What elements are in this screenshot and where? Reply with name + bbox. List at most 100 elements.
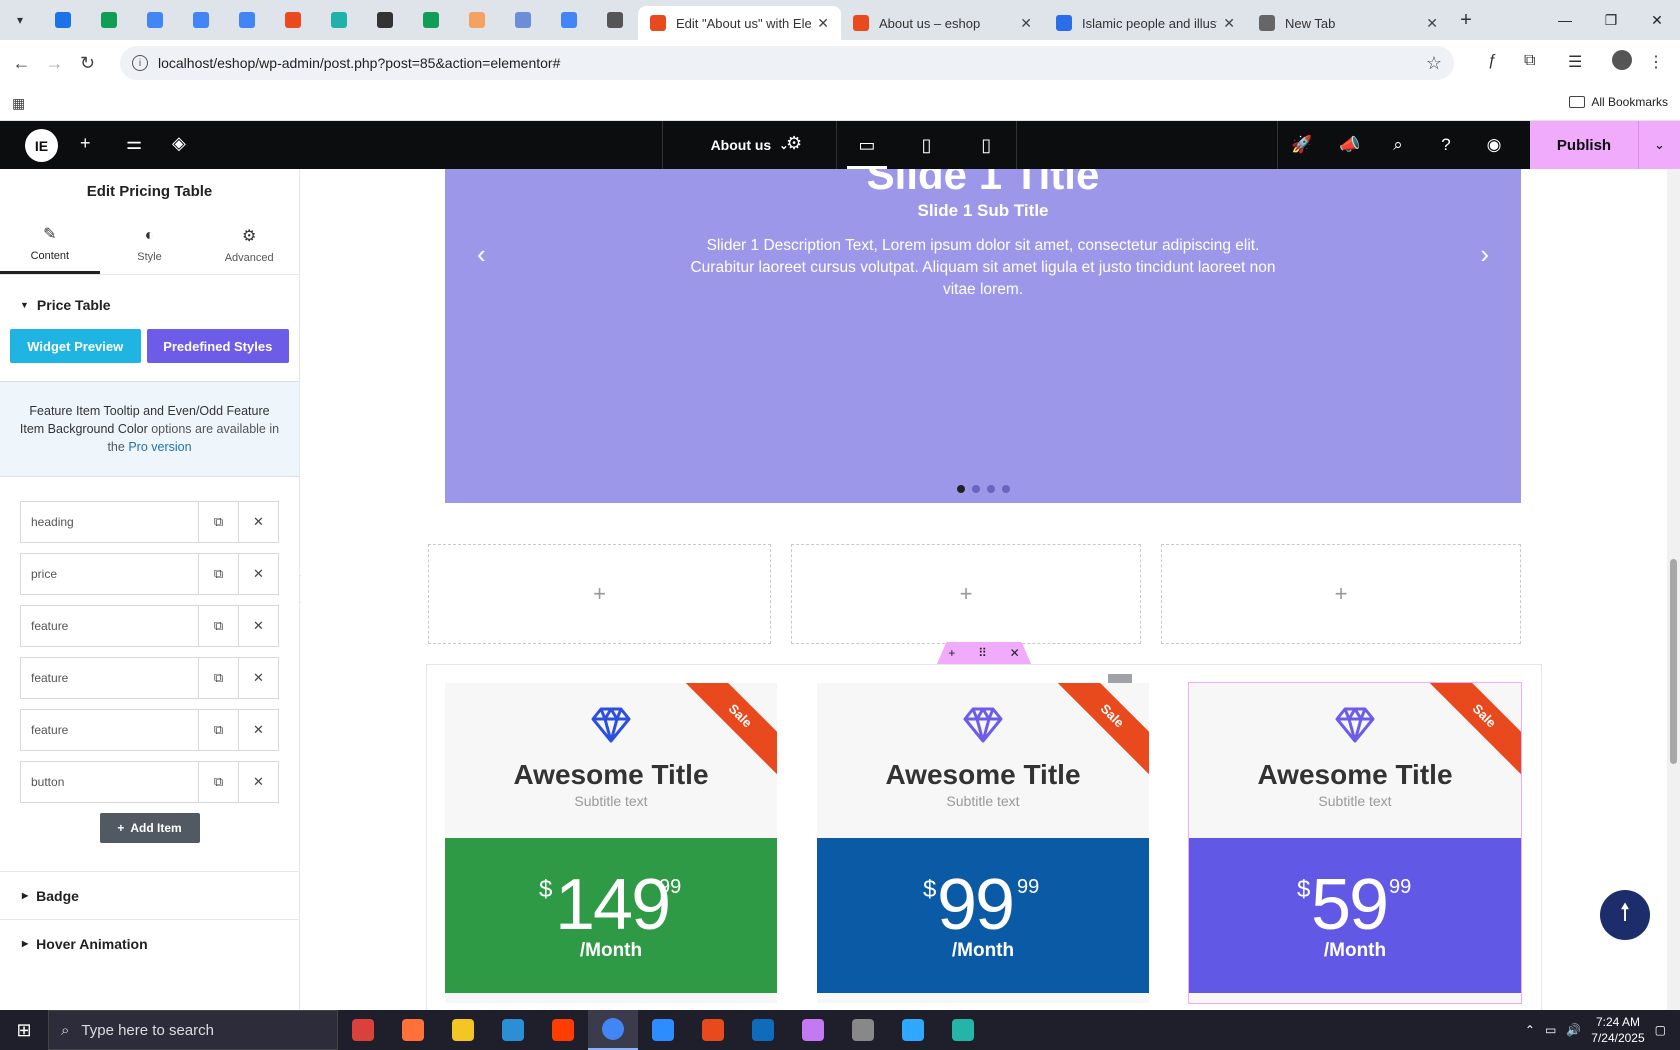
address-bar[interactable]: i localhost/eshop/wp-admin/post.php?post…	[120, 46, 1454, 80]
pro-version-link[interactable]: Pro version	[128, 440, 191, 454]
taskbar-app-icon[interactable]	[338, 1010, 388, 1050]
page-selector[interactable]: About us ⌄	[662, 121, 837, 169]
tab-search-icon[interactable]: ▾	[0, 0, 40, 40]
section-hover-animation[interactable]: ▶ Hover Animation	[0, 919, 299, 967]
repeater-item[interactable]: price ⧉ ✕	[20, 553, 279, 595]
publish-button[interactable]: Publish	[1530, 121, 1638, 169]
media-icon[interactable]: ☰	[1568, 52, 1582, 72]
pinned-tab[interactable]	[40, 0, 86, 40]
pinned-tab[interactable]	[546, 0, 592, 40]
preview-eye-icon[interactable]: ◉	[1470, 121, 1518, 169]
browser-tab[interactable]: Islamic people and illustra ✕	[1044, 6, 1247, 40]
network-icon[interactable]: ▭	[1545, 1023, 1556, 1037]
predefined-styles-button[interactable]: Predefined Styles	[146, 329, 289, 363]
desktop-icon[interactable]: ▭	[837, 121, 897, 169]
close-tab-icon[interactable]: ✕	[1020, 15, 1032, 32]
notifications-icon[interactable]: ▢	[1655, 1023, 1666, 1037]
taskbar-app-icon[interactable]	[838, 1010, 888, 1050]
repeater-item[interactable]: heading ⧉ ✕	[20, 501, 279, 543]
pinned-tab[interactable]	[270, 0, 316, 40]
minimize-button[interactable]: —	[1542, 0, 1588, 40]
restore-button[interactable]: ❐	[1588, 0, 1634, 40]
repeater-item[interactable]: feature ⧉ ✕	[20, 709, 279, 751]
duplicate-icon[interactable]: ⧉	[198, 658, 238, 698]
next-arrow-icon[interactable]: ›	[1480, 239, 1489, 270]
tablet-icon[interactable]: ▯	[897, 121, 957, 169]
extensions-puzzle-icon[interactable]: ⧉	[1524, 52, 1535, 70]
scroll-to-top-button[interactable]: 🠕	[1600, 890, 1650, 940]
back-icon[interactable]: ←	[5, 53, 38, 74]
elementor-logo[interactable]: IE	[25, 129, 58, 162]
close-tab-icon[interactable]: ✕	[1426, 15, 1438, 32]
remove-icon[interactable]: ✕	[238, 502, 278, 542]
repeater-item[interactable]: feature ⧉ ✕	[20, 605, 279, 647]
pinned-tab[interactable]	[224, 0, 270, 40]
taskbar-app-icon[interactable]	[738, 1010, 788, 1050]
publish-options-chevron-icon[interactable]: ⌄	[1638, 121, 1680, 169]
slider-dot[interactable]	[1001, 485, 1010, 493]
taskbar-app-icon[interactable]	[538, 1010, 588, 1050]
slider-dot[interactable]	[971, 485, 980, 493]
close-tab-icon[interactable]: ✕	[817, 15, 829, 32]
hero-slider[interactable]: Slide 1 Title Slide 1 Sub Title Slider 1…	[445, 169, 1521, 503]
apps-grid-icon[interactable]: ▦	[12, 95, 25, 112]
empty-column-add[interactable]: +	[791, 544, 1141, 644]
section-badge[interactable]: ▶ Badge	[0, 871, 299, 919]
windows-start-icon[interactable]: ⊞	[0, 1020, 48, 1041]
menu-icon[interactable]: ⋮	[1648, 52, 1664, 72]
taskbar-app-icon[interactable]	[938, 1010, 988, 1050]
clock[interactable]: 7:24 AM 7/24/2025	[1591, 1014, 1644, 1046]
url-text[interactable]: localhost/eshop/wp-admin/post.php?post=8…	[158, 55, 560, 71]
pinned-tab[interactable]	[316, 0, 362, 40]
item-label[interactable]: feature	[21, 710, 198, 750]
taskbar-app-icon[interactable]	[688, 1010, 738, 1050]
remove-icon[interactable]: ✕	[238, 658, 278, 698]
slider-dot[interactable]	[986, 485, 995, 493]
volume-icon[interactable]: 🔊	[1566, 1023, 1581, 1037]
item-label[interactable]: feature	[21, 658, 198, 698]
duplicate-icon[interactable]: ⧉	[198, 502, 238, 542]
section-price-table[interactable]: ▼ Price Table	[0, 275, 299, 335]
remove-icon[interactable]: ✕	[238, 762, 278, 802]
bookmark-star-icon[interactable]: ☆	[1426, 53, 1442, 74]
prev-arrow-icon[interactable]: ‹	[477, 239, 486, 270]
pinned-tab[interactable]	[178, 0, 224, 40]
item-label[interactable]: price	[21, 554, 198, 594]
remove-icon[interactable]: ✕	[238, 710, 278, 750]
taskbar-app-icon[interactable]	[588, 1010, 638, 1050]
extension-icon[interactable]: ƒ	[1488, 52, 1497, 70]
search-icon[interactable]: ⌕	[1374, 121, 1422, 169]
tab-advanced[interactable]: ⚙ Advanced	[199, 215, 299, 274]
delete-section-icon[interactable]: ✕	[1010, 646, 1020, 660]
add-section-icon[interactable]: +	[948, 646, 955, 660]
reload-icon[interactable]: ↻	[71, 53, 104, 74]
item-label[interactable]: feature	[21, 606, 198, 646]
vertical-scrollbar[interactable]	[1667, 169, 1680, 1010]
slider-dot[interactable]	[956, 485, 965, 493]
close-tab-icon[interactable]: ✕	[1223, 15, 1235, 32]
duplicate-icon[interactable]: ⧉	[198, 762, 238, 802]
browser-tab[interactable]: About us – eshop ✕	[841, 6, 1044, 40]
repeater-item[interactable]: button ⧉ ✕	[20, 761, 279, 803]
empty-column-add[interactable]: +	[428, 544, 771, 644]
mobile-icon[interactable]: ▯	[956, 121, 1016, 169]
remove-icon[interactable]: ✕	[238, 606, 278, 646]
drag-handle-icon[interactable]: ⠿	[978, 646, 987, 660]
empty-column-add[interactable]: +	[1161, 544, 1521, 644]
taskbar-app-icon[interactable]	[488, 1010, 538, 1050]
pricing-card[interactable]: Sale Awesome Title Subtitle text $99 99/Mont…	[817, 683, 1149, 1003]
browser-tab[interactable]: New Tab ✕	[1247, 6, 1450, 40]
notifications-icon[interactable]: 📣	[1326, 121, 1374, 169]
taskbar-app-icon[interactable]	[438, 1010, 488, 1050]
site-info-icon[interactable]: i	[132, 55, 148, 71]
profile-avatar[interactable]	[1612, 50, 1632, 70]
item-label[interactable]: heading	[21, 502, 198, 542]
taskbar-app-icon[interactable]	[638, 1010, 688, 1050]
structure-layers-icon[interactable]: ◈	[172, 133, 186, 154]
site-settings-icon[interactable]: ⚌	[126, 133, 142, 154]
duplicate-icon[interactable]: ⧉	[198, 606, 238, 646]
scrollbar-thumb[interactable]	[1670, 559, 1677, 764]
tab-style[interactable]: ◐ Style	[100, 215, 200, 274]
pinned-tab[interactable]	[454, 0, 500, 40]
duplicate-icon[interactable]: ⧉	[198, 710, 238, 750]
